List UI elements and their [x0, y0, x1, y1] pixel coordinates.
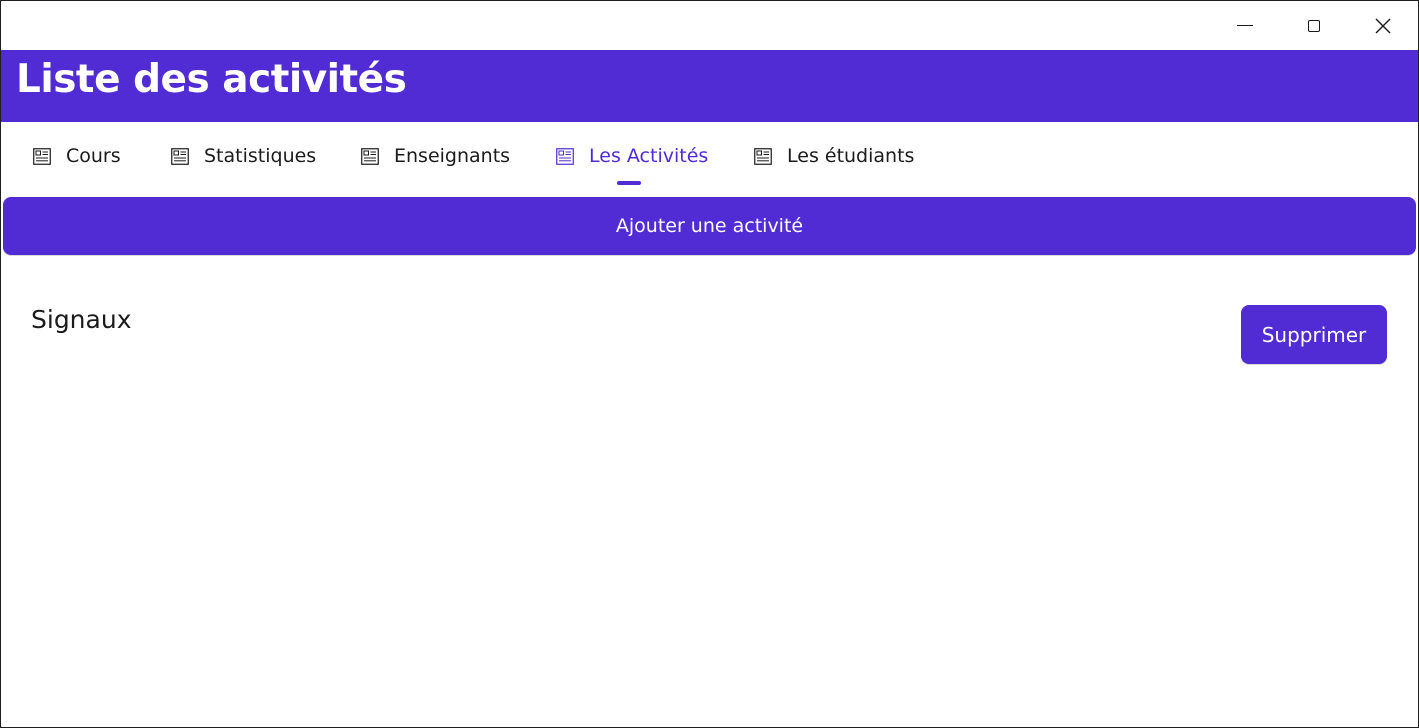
- tab-enseignants[interactable]: Enseignants: [361, 122, 510, 194]
- tab-statistiques[interactable]: Statistiques: [171, 122, 316, 194]
- list-doc-icon: [361, 147, 379, 165]
- tab-label: Enseignants: [394, 145, 511, 167]
- tab-label: Statistiques: [204, 145, 317, 167]
- minimize-button[interactable]: [1211, 1, 1279, 50]
- add-activity-button[interactable]: Ajouter une activité: [3, 197, 1416, 255]
- tab-les-etudiants[interactable]: Les étudiants: [754, 122, 914, 194]
- tab-label: Les Activités: [589, 145, 709, 167]
- title-bar: [1, 1, 1418, 50]
- close-icon: [1375, 18, 1391, 34]
- delete-button[interactable]: Supprimer: [1241, 305, 1387, 364]
- tab-bar: Cours Statistiques Enseignants Les Activ…: [1, 122, 1418, 194]
- maximize-button[interactable]: [1280, 1, 1348, 50]
- tab-label: Les étudiants: [787, 145, 915, 167]
- list-item: Signaux Supprimer: [1, 291, 1418, 381]
- active-tab-indicator: [617, 181, 641, 185]
- tab-cours[interactable]: Cours: [33, 122, 121, 194]
- list-doc-icon: [556, 147, 574, 165]
- minimize-icon: [1237, 25, 1253, 26]
- tab-label: Cours: [66, 145, 121, 167]
- activity-name: Signaux: [31, 305, 132, 334]
- page-title: Liste des activités: [16, 57, 407, 102]
- close-button[interactable]: [1349, 1, 1417, 50]
- list-doc-icon: [171, 147, 189, 165]
- maximize-icon: [1308, 19, 1320, 32]
- page-header: Liste des activités: [1, 50, 1418, 122]
- list-doc-icon: [33, 147, 51, 165]
- app-window: Liste des activités Cours Statistiques E…: [0, 0, 1419, 728]
- list-doc-icon: [754, 147, 772, 165]
